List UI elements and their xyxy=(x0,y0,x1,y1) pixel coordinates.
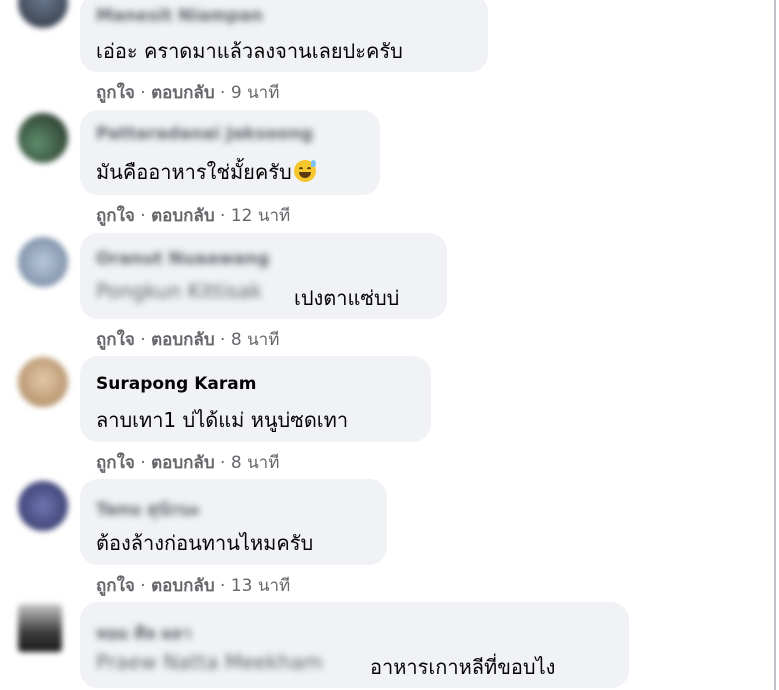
comment-timestamp[interactable]: 13 นาที xyxy=(231,576,290,596)
avatar[interactable] xyxy=(18,113,68,163)
separator: · xyxy=(140,206,146,226)
separator: · xyxy=(220,83,226,103)
like-link[interactable]: ถูกใจ xyxy=(96,206,135,226)
comment-timestamp[interactable]: 12 นาที xyxy=(231,206,290,226)
comment-timestamp[interactable]: 8 นาที xyxy=(231,330,280,350)
comment-actions: ถูกใจ · ตอบกลับ · 8 นาที xyxy=(96,449,279,476)
comment-author[interactable]: Pattaradanai Jaksoong xyxy=(96,124,313,144)
reply-link[interactable]: ตอบกลับ xyxy=(151,453,215,473)
reply-link[interactable]: ตอบกลับ xyxy=(151,83,215,103)
comment-actions: ถูกใจ · ตอบกลับ · 13 นาที xyxy=(96,572,290,599)
comment-text-content: มันคืออาหารใช่มั้ยครับ xyxy=(96,160,292,184)
like-link[interactable]: ถูกใจ xyxy=(96,576,135,596)
separator: · xyxy=(220,206,226,226)
separator: · xyxy=(140,83,146,103)
comment-text: ต้องล้างก่อนทานไหมครับ xyxy=(96,531,314,555)
separator: · xyxy=(140,576,146,596)
like-link[interactable]: ถูกใจ xyxy=(96,330,135,350)
reply-link[interactable]: ตอบกลับ xyxy=(151,330,215,350)
avatar[interactable] xyxy=(18,481,68,531)
window-right-border xyxy=(774,0,776,690)
comment-author[interactable]: Tanu สุนักนะ xyxy=(96,496,200,523)
comment-actions: ถูกใจ · ตอบกลับ · 9 นาที xyxy=(96,79,279,106)
like-link[interactable]: ถูกใจ xyxy=(96,453,135,473)
comment-text: เอ่อะ คราดมาแล้วลงจานเลยปะครับ xyxy=(96,39,403,63)
separator: · xyxy=(140,330,146,350)
grinning-sweat-emoji-icon xyxy=(293,160,316,182)
comment-actions: ถูกใจ · ตอบกลับ · 12 นาที xyxy=(96,202,290,229)
separator: · xyxy=(140,453,146,473)
comment-text: มันคืออาหารใช่มั้ยครับ xyxy=(96,156,316,188)
comment-author[interactable]: Oranut Nuaawang xyxy=(96,249,269,269)
comment-author[interactable]: Surapong Karam xyxy=(96,374,256,394)
comment-text: อาหารเกาหลีที่ขอบไง xyxy=(370,655,556,679)
avatar[interactable] xyxy=(18,237,68,287)
separator: · xyxy=(220,576,226,596)
comment-author[interactable]: หอม ศิล ผลา xyxy=(96,620,192,647)
separator: · xyxy=(220,330,226,350)
mentioned-user-tag[interactable]: Pongkun Kittisak xyxy=(96,279,262,303)
comment-timestamp[interactable]: 9 นาที xyxy=(231,83,280,103)
avatar[interactable] xyxy=(18,604,62,652)
comment-text: ลาบเทา1 บ่ได้แม่ หนูบ่ซดเทา xyxy=(96,408,349,432)
mentioned-user-tag[interactable]: Praew Natta Meekham xyxy=(96,650,323,674)
comment-text: เปงตาแซ่บบ่ xyxy=(294,286,400,310)
comment-author[interactable]: Manesit Niampan xyxy=(96,6,263,26)
avatar[interactable] xyxy=(18,357,68,407)
avatar[interactable] xyxy=(18,0,68,28)
reply-link[interactable]: ตอบกลับ xyxy=(151,206,215,226)
comment-actions: ถูกใจ · ตอบกลับ · 8 นาที xyxy=(96,326,279,353)
reply-link[interactable]: ตอบกลับ xyxy=(151,576,215,596)
separator: · xyxy=(220,453,226,473)
like-link[interactable]: ถูกใจ xyxy=(96,83,135,103)
comment-timestamp[interactable]: 8 นาที xyxy=(231,453,280,473)
